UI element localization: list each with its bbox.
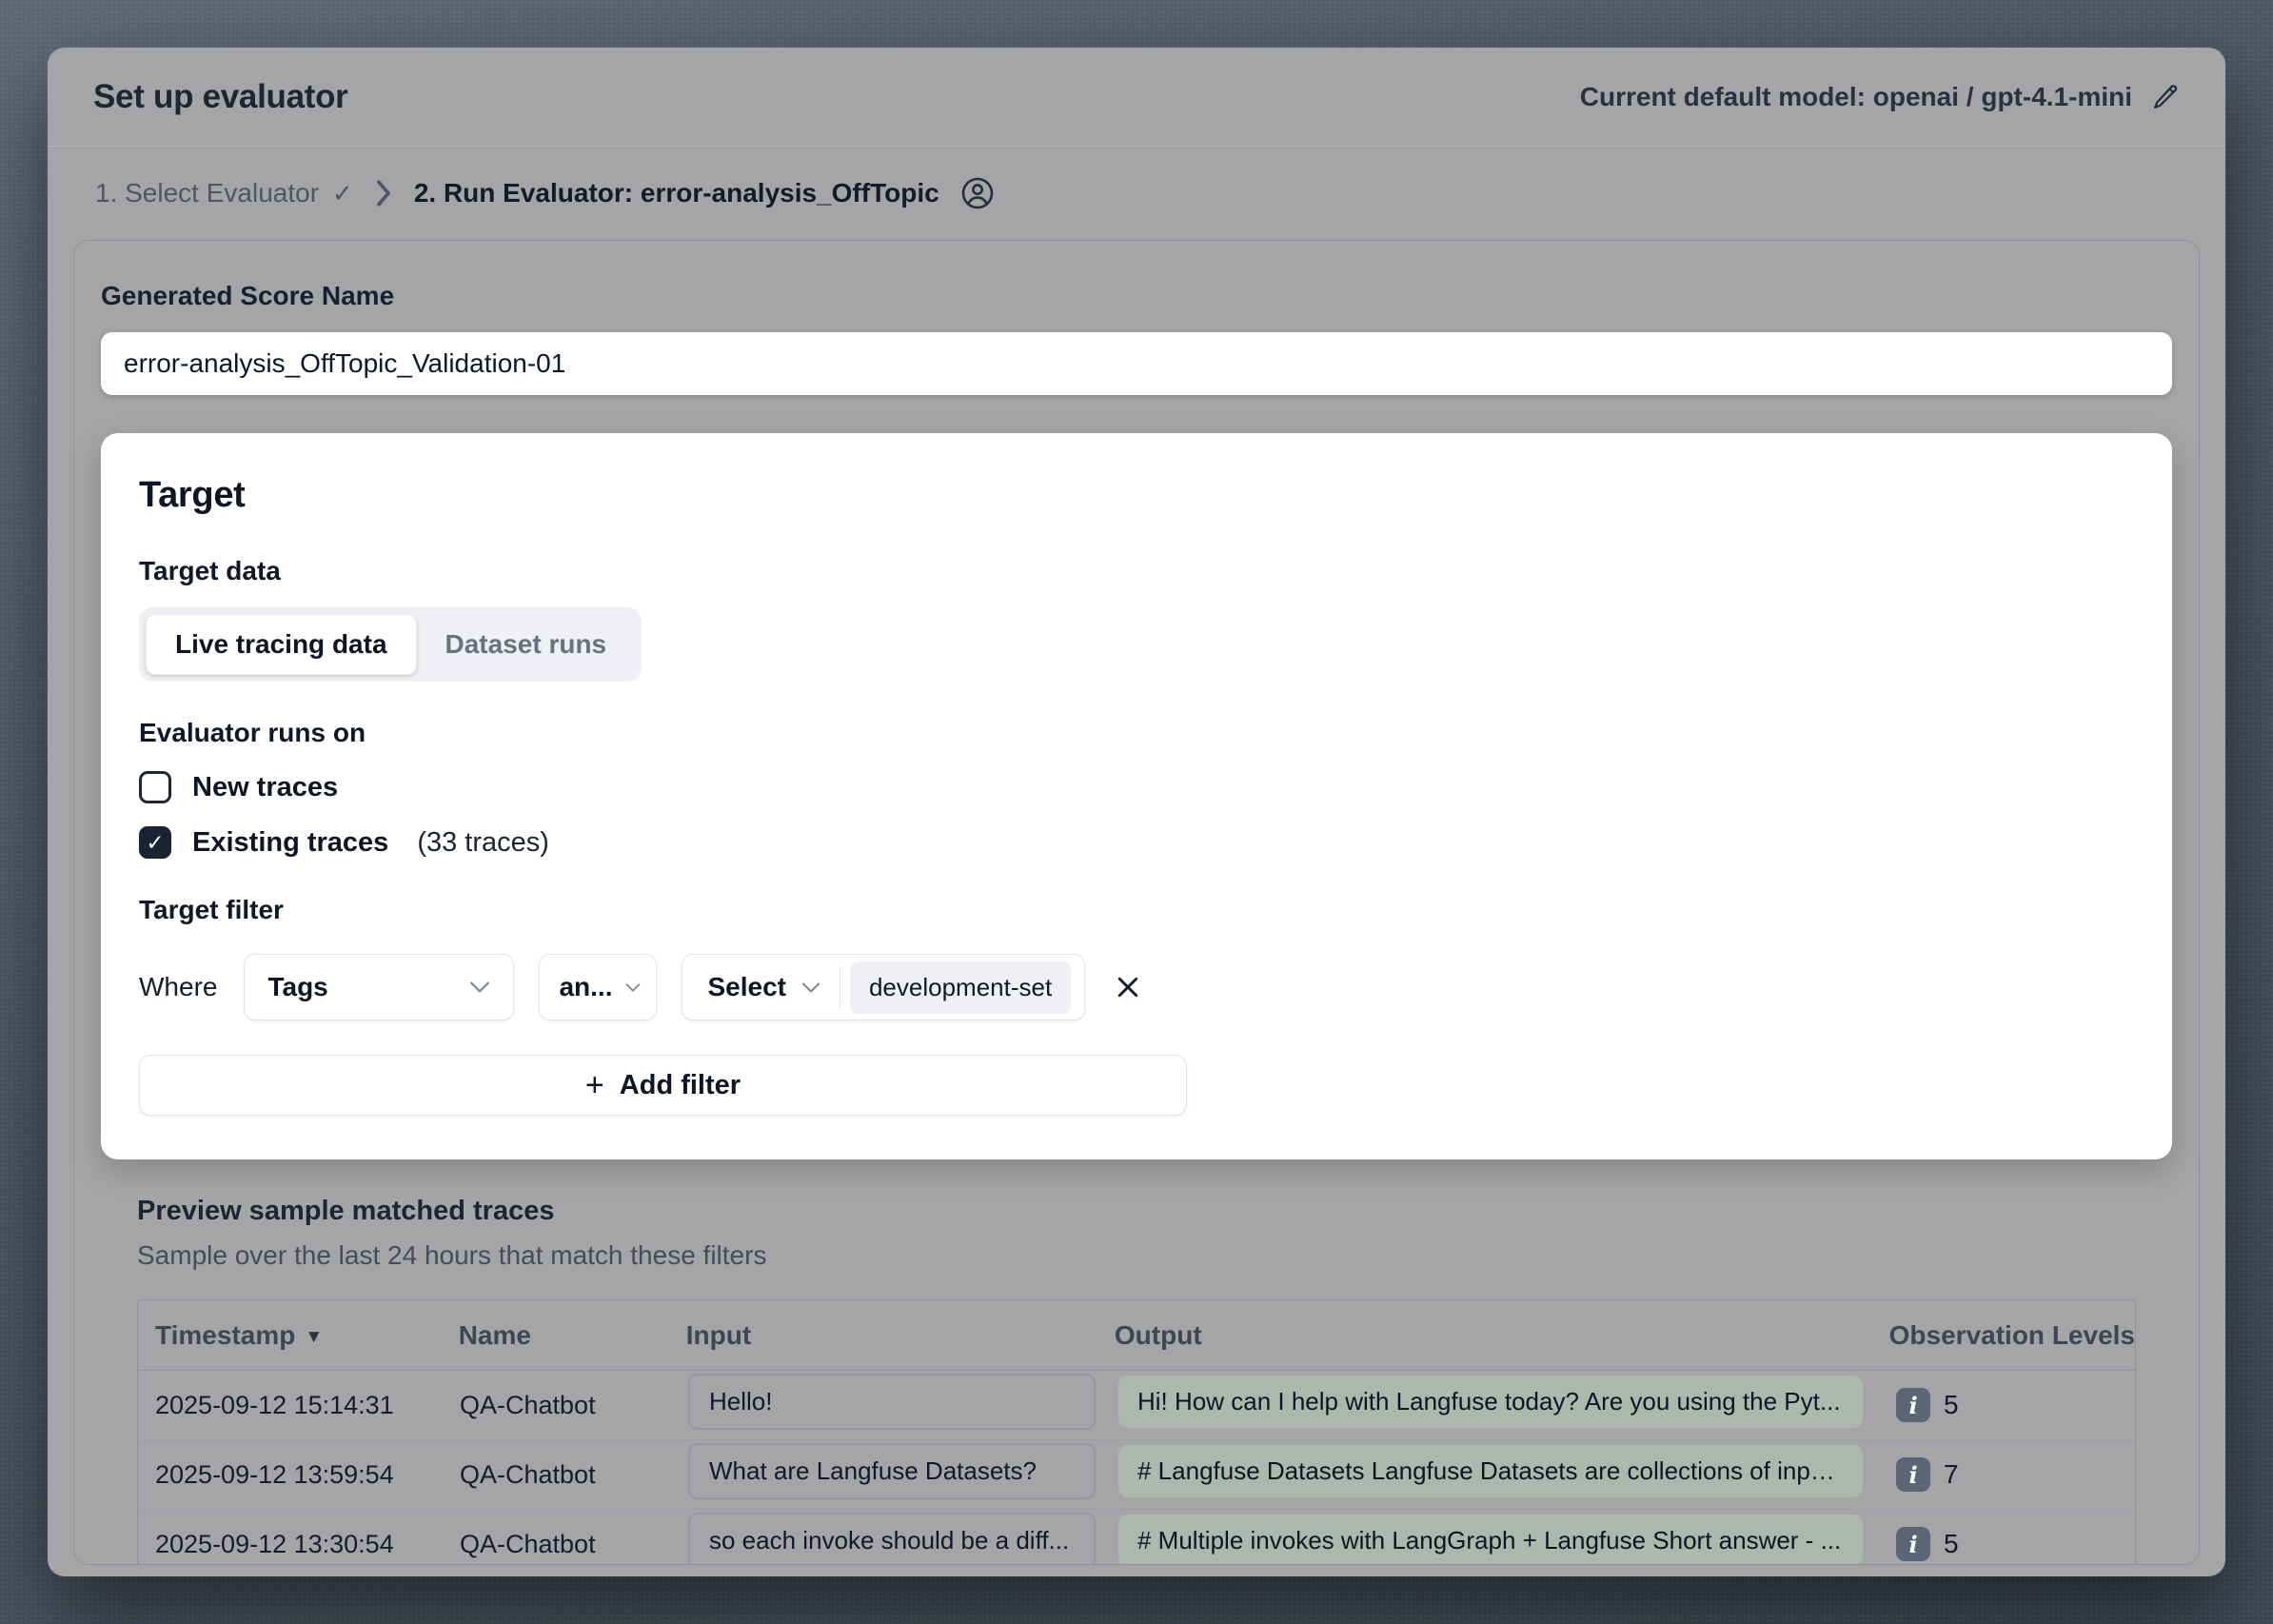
default-model-info: Current default model: openai / gpt-4.1-… bbox=[1580, 82, 2180, 112]
breadcrumb-step2-label: 2. Run Evaluator: error-analysis_OffTopi… bbox=[414, 178, 939, 208]
name-cell: QA-Chatbot bbox=[460, 1530, 688, 1559]
tab-dataset-runs[interactable]: Dataset runs bbox=[417, 615, 636, 674]
traces-table: Timestamp▼ Name Input Output Observation… bbox=[137, 1299, 2136, 1565]
column-header-observation-levels: Observation Levels bbox=[1878, 1320, 2135, 1351]
observation-level-count: 5 bbox=[1944, 1390, 1959, 1420]
filter-value-control: Select development-set bbox=[682, 954, 1085, 1020]
score-name-label: Generated Score Name bbox=[101, 281, 2172, 311]
existing-traces-label: Existing traces bbox=[192, 827, 388, 859]
filter-value-select[interactable]: Select bbox=[682, 955, 840, 1020]
setup-evaluator-dialog: Set up evaluator Current default model: … bbox=[48, 48, 2225, 1576]
plus-icon: + bbox=[585, 1069, 604, 1101]
observation-level-count: 7 bbox=[1944, 1459, 1959, 1490]
filter-value-chip[interactable]: development-set bbox=[850, 961, 1071, 1014]
output-cell[interactable]: Hi! How can I help with Langfuse today? … bbox=[1118, 1376, 1863, 1428]
edit-model-button[interactable] bbox=[2151, 83, 2180, 111]
breadcrumb: 1. Select Evaluator ✓ 2. Run Evaluator: … bbox=[48, 147, 2225, 240]
evaluator-form: Generated Score Name Target Target data … bbox=[73, 240, 2200, 1565]
target-data-label: Target data bbox=[139, 556, 2134, 586]
chevron-down-icon bbox=[625, 982, 641, 993]
evaluator-runs-on-label: Evaluator runs on bbox=[139, 718, 2134, 748]
filter-operator-value: an... bbox=[559, 972, 612, 1002]
info-badge-icon: i bbox=[1896, 1527, 1930, 1561]
dialog-header: Set up evaluator Current default model: … bbox=[48, 48, 2225, 147]
default-model-label: Current default model: openai / gpt-4.1-… bbox=[1580, 82, 2132, 112]
input-cell[interactable]: so each invoke should be a diff... bbox=[688, 1513, 1096, 1565]
chevron-down-icon bbox=[801, 981, 820, 994]
filter-column-value: Tags bbox=[267, 972, 327, 1002]
table-header-row: Timestamp▼ Name Input Output Observation… bbox=[138, 1300, 2135, 1371]
column-header-name[interactable]: Name bbox=[459, 1320, 686, 1351]
target-card: Target Target data Live tracing data Dat… bbox=[101, 433, 2172, 1159]
column-header-timestamp[interactable]: Timestamp▼ bbox=[138, 1320, 459, 1351]
checkbox-check-icon: ✓ bbox=[146, 830, 164, 856]
name-cell: QA-Chatbot bbox=[460, 1391, 688, 1420]
existing-traces-checkbox[interactable]: ✓ bbox=[139, 826, 171, 859]
target-heading: Target bbox=[139, 475, 2134, 516]
filter-column-select[interactable]: Tags bbox=[244, 954, 514, 1020]
checkbox-row-existing-traces[interactable]: ✓ Existing traces (33 traces) bbox=[139, 826, 2134, 859]
filter-value-placeholder: Select bbox=[707, 972, 786, 1002]
info-badge-icon: i bbox=[1896, 1388, 1930, 1422]
page-title: Set up evaluator bbox=[93, 78, 348, 116]
column-header-output[interactable]: Output bbox=[1115, 1320, 1878, 1351]
close-icon bbox=[1114, 973, 1142, 1001]
new-traces-checkbox[interactable] bbox=[139, 771, 171, 803]
pencil-icon bbox=[2151, 83, 2180, 111]
filter-row: Where Tags an... Select bbox=[139, 954, 2134, 1020]
score-name-input[interactable] bbox=[101, 332, 2172, 395]
filter-operator-select[interactable]: an... bbox=[539, 954, 657, 1020]
sort-desc-icon: ▼ bbox=[305, 1327, 323, 1347]
chevron-right-icon bbox=[374, 179, 393, 208]
breadcrumb-step1-label: 1. Select Evaluator bbox=[95, 178, 319, 208]
chevron-down-icon bbox=[469, 980, 490, 994]
timestamp-cell: 2025-09-12 13:30:54 bbox=[138, 1530, 460, 1559]
timestamp-cell: 2025-09-12 15:14:31 bbox=[138, 1391, 460, 1420]
breadcrumb-step-run-evaluator: 2. Run Evaluator: error-analysis_OffTopi… bbox=[414, 178, 939, 208]
checkbox-row-new-traces[interactable]: New traces bbox=[139, 771, 2134, 803]
timestamp-cell: 2025-09-12 13:59:54 bbox=[138, 1460, 460, 1490]
check-icon: ✓ bbox=[332, 179, 353, 208]
target-filter-label: Target filter bbox=[139, 895, 2134, 925]
input-cell[interactable]: What are Langfuse Datasets? bbox=[688, 1443, 1096, 1499]
observation-level-count: 5 bbox=[1944, 1529, 1959, 1559]
output-cell[interactable]: # Multiple invokes with LangGraph + Lang… bbox=[1118, 1515, 1863, 1565]
user-circle-icon bbox=[960, 176, 995, 210]
add-filter-label: Add filter bbox=[620, 1070, 741, 1101]
preview-subheading: Sample over the last 24 hours that match… bbox=[137, 1240, 2136, 1271]
new-traces-label: New traces bbox=[192, 772, 338, 803]
name-cell: QA-Chatbot bbox=[460, 1460, 688, 1490]
add-filter-button[interactable]: + Add filter bbox=[139, 1055, 1187, 1116]
output-cell[interactable]: # Langfuse Datasets Langfuse Datasets ar… bbox=[1118, 1445, 1863, 1497]
column-header-input[interactable]: Input bbox=[686, 1320, 1115, 1351]
table-row[interactable]: 2025-09-12 13:30:54 QA-Chatbot so each i… bbox=[138, 1510, 2135, 1565]
existing-traces-count: (33 traces) bbox=[417, 827, 549, 859]
preview-heading: Preview sample matched traces bbox=[137, 1196, 2136, 1227]
table-row[interactable]: 2025-09-12 15:14:31 QA-Chatbot Hello! Hi… bbox=[138, 1371, 2135, 1440]
info-badge-icon: i bbox=[1896, 1457, 1930, 1492]
tab-live-tracing-data[interactable]: Live tracing data bbox=[146, 614, 417, 675]
breadcrumb-step-select-evaluator[interactable]: 1. Select Evaluator ✓ bbox=[95, 178, 353, 208]
target-data-toggle: Live tracing data Dataset runs bbox=[139, 607, 642, 682]
table-row[interactable]: 2025-09-12 13:59:54 QA-Chatbot What are … bbox=[138, 1440, 2135, 1510]
remove-filter-button[interactable] bbox=[1110, 973, 1146, 1001]
where-label: Where bbox=[139, 972, 217, 1002]
preview-section: Preview sample matched traces Sample ove… bbox=[101, 1196, 2172, 1565]
input-cell[interactable]: Hello! bbox=[688, 1374, 1096, 1430]
